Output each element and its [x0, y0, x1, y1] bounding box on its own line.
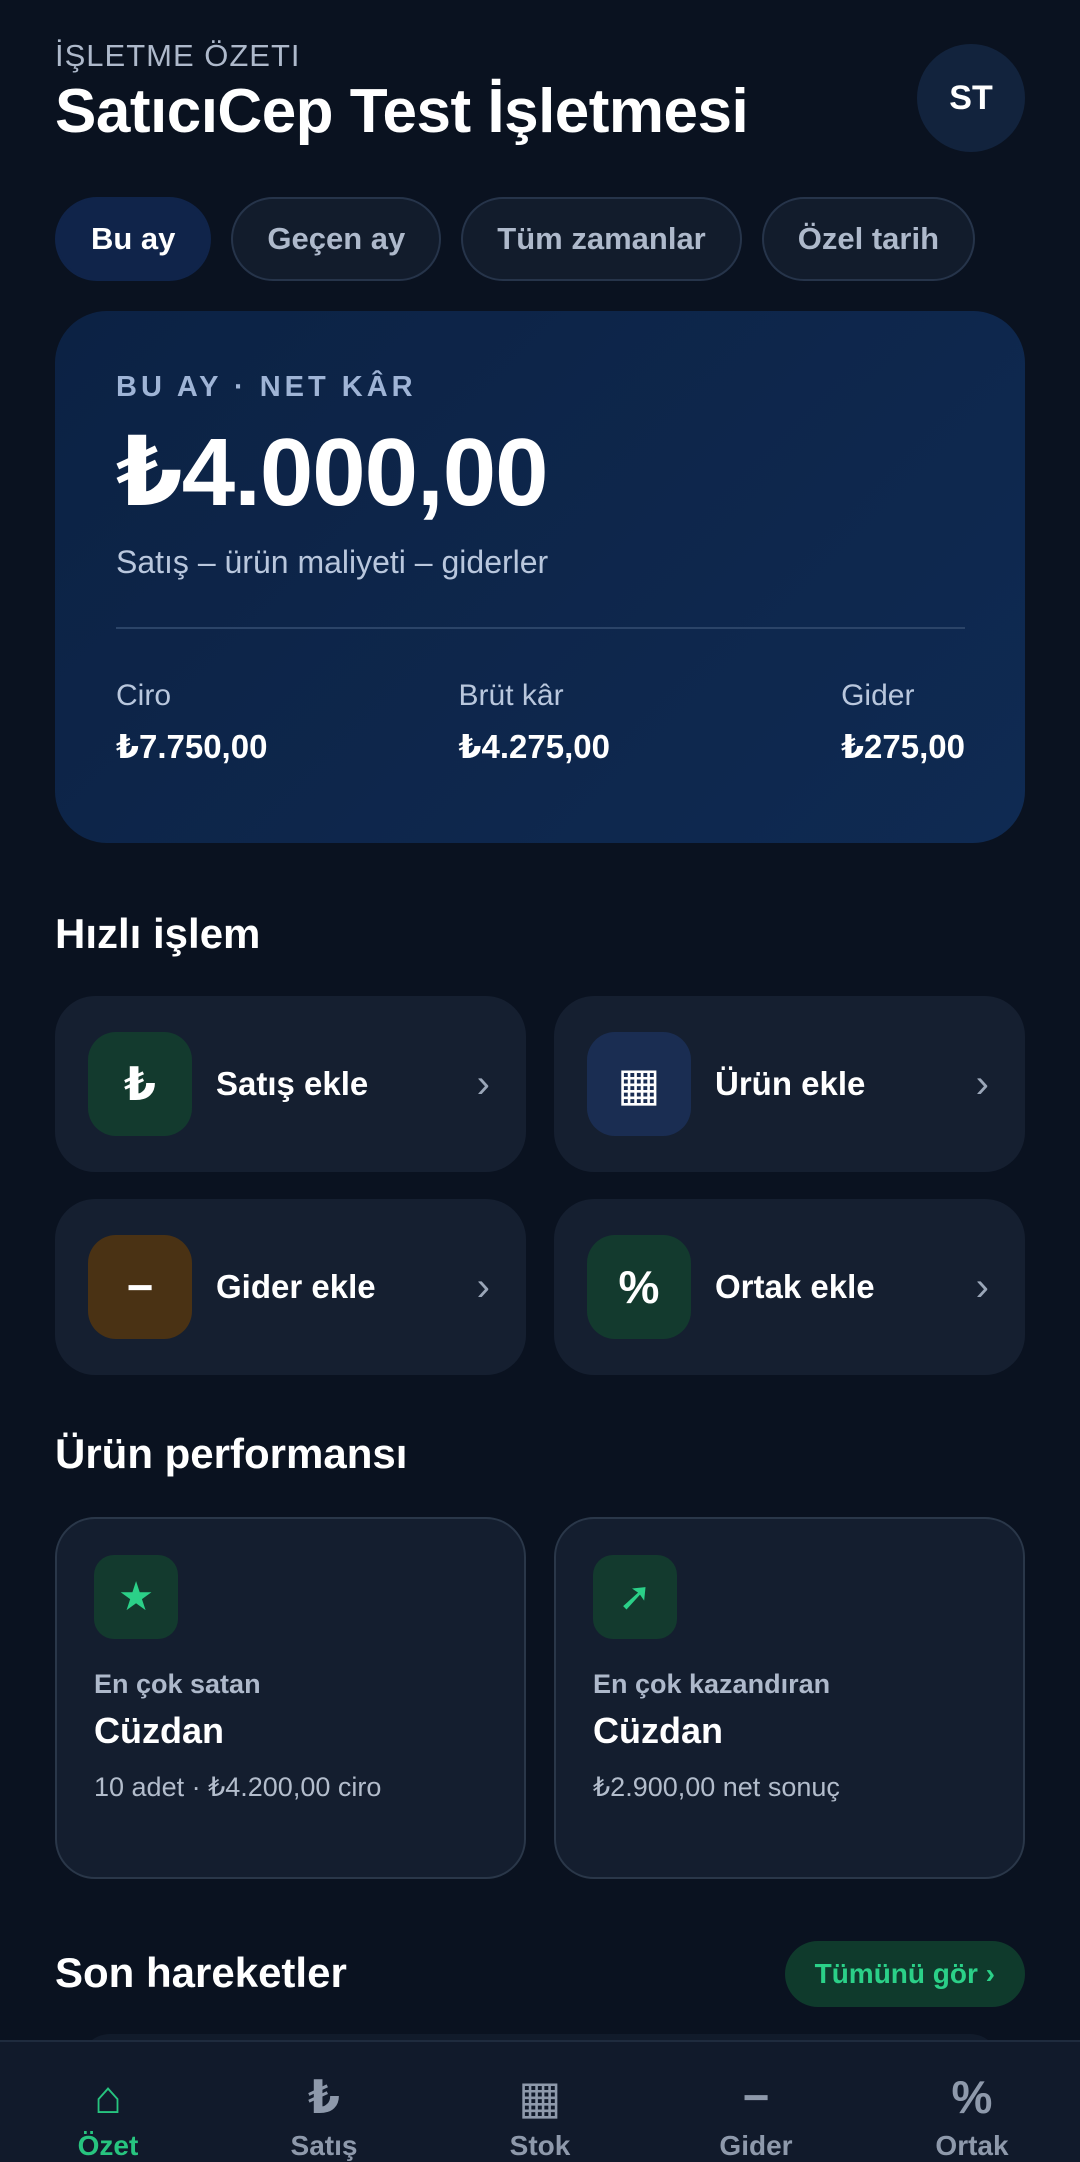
stat-label: Gider [841, 678, 915, 712]
grid-icon: ▦ [587, 1032, 691, 1136]
stat-gross-profit: Brüt kâr ₺4.275,00 [459, 679, 610, 766]
header: İŞLETME ÖZETI SatıcıCep Test İşletmesi S… [55, 38, 1025, 158]
quick-action-label: Gider ekle [216, 1268, 376, 1305]
minus-icon: − [88, 1235, 192, 1339]
chevron-right-icon: › [975, 1264, 989, 1309]
nav-label: Satış [290, 2130, 358, 2161]
star-icon: ★ [94, 1555, 178, 1639]
chevron-right-icon: › [476, 1061, 490, 1106]
nav-label: Ortak [935, 2130, 1009, 2161]
lira-icon: ₺ [307, 2071, 340, 2123]
business-name: SatıcıCep Test İşletmesi [55, 77, 749, 146]
see-all-button[interactable]: Tümünü gör › [784, 1941, 1025, 2007]
add-product-button[interactable]: ▦ Ürün ekle › [554, 996, 1025, 1172]
add-expense-button[interactable]: − Gider ekle › [55, 1199, 526, 1375]
top-earner-card[interactable]: ➚ En çok kazandıran Cüzdan ₺2.900,00 net… [554, 1517, 1025, 1879]
stat-label: Brüt kâr [458, 678, 564, 712]
net-profit-eyebrow: BU AY · NET KÂR [116, 371, 417, 403]
grid-icon: ▦ [518, 2071, 562, 2123]
percent-icon: % [951, 2071, 993, 2123]
quick-action-label: Ortak ekle [715, 1268, 875, 1305]
chevron-right-icon: › [476, 1264, 490, 1309]
stat-expense: Gider ₺275,00 [841, 679, 965, 766]
perf-product-name: Cüzdan [94, 1710, 224, 1751]
period-filter: Bu ay Geçen ay Tüm zamanlar Özel tarih [55, 197, 976, 281]
perf-label: En çok kazandıran [593, 1669, 831, 1699]
nav-item-sales[interactable]: ₺ Satış [216, 2042, 432, 2162]
perf-detail: 10 adet · ₺4.200,00 ciro [94, 1772, 382, 1802]
perf-label: En çok satan [94, 1669, 261, 1699]
nav-item-stock[interactable]: ▦ Stok [432, 2042, 648, 2162]
filter-custom-date[interactable]: Özel tarih [761, 197, 976, 281]
stat-value: ₺275,00 [841, 727, 965, 765]
add-partner-button[interactable]: % Ortak ekle › [554, 1199, 1025, 1375]
perf-product-name: Cüzdan [593, 1710, 723, 1751]
quick-action-label: Satış ekle [216, 1065, 369, 1102]
chevron-right-icon: › [975, 1061, 989, 1106]
bottom-nav: ⌂ Özet ₺ Satış ▦ Stok − Gider % Ortak [0, 2040, 1080, 2162]
nav-label: Gider [719, 2130, 793, 2161]
add-sale-button[interactable]: ₺ Satış ekle › [55, 996, 526, 1172]
filter-all-time[interactable]: Tüm zamanlar [461, 197, 742, 281]
stat-label: Ciro [116, 678, 172, 712]
filter-last-month[interactable]: Geçen ay [231, 197, 442, 281]
nav-item-partner[interactable]: % Ortak [864, 2042, 1080, 2162]
net-profit-formula: Satış – ürün maliyeti – giderler [116, 543, 549, 580]
stat-value: ₺4.275,00 [458, 727, 610, 765]
nav-label: Özet [77, 2130, 139, 2161]
quick-actions-title: Hızlı işlem [55, 910, 261, 957]
stat-value: ₺7.750,00 [116, 727, 268, 765]
percent-icon: % [587, 1235, 691, 1339]
page-eyebrow: İŞLETME ÖZETI [55, 38, 301, 73]
nav-label: Stok [509, 2130, 571, 2161]
performance-title: Ürün performansı [55, 1430, 408, 1477]
recent-title: Son hareketler [55, 1949, 347, 1996]
minus-icon: − [742, 2071, 770, 2123]
lira-icon: ₺ [88, 1032, 192, 1136]
avatar[interactable]: ST [917, 44, 1025, 152]
home-icon: ⌂ [94, 2071, 122, 2123]
perf-detail: ₺2.900,00 net sonuç [593, 1772, 840, 1802]
trend-up-icon: ➚ [593, 1555, 677, 1639]
summary-stats: Ciro ₺7.750,00 Brüt kâr ₺4.275,00 Gider … [116, 679, 965, 766]
nav-item-summary[interactable]: ⌂ Özet [0, 2042, 216, 2162]
nav-item-expense[interactable]: − Gider [648, 2042, 864, 2162]
net-profit-value: ₺4.000,00 [116, 419, 548, 526]
divider [116, 626, 965, 629]
best-seller-card[interactable]: ★ En çok satan Cüzdan 10 adet · ₺4.200,0… [55, 1517, 526, 1879]
filter-this-month[interactable]: Bu ay [55, 197, 212, 281]
stat-revenue: Ciro ₺7.750,00 [116, 679, 267, 766]
net-profit-card: BU AY · NET KÂR ₺4.000,00 Satış – ürün m… [55, 311, 1025, 843]
quick-action-label: Ürün ekle [715, 1065, 866, 1102]
